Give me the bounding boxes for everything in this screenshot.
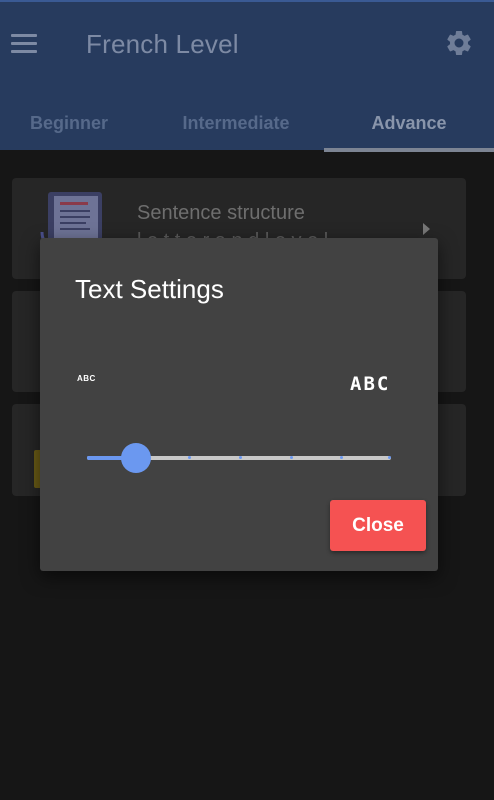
dialog-title: Text Settings [75, 274, 224, 304]
text-settings-dialog: Text Settings ABC ABC Close [40, 238, 438, 571]
page-title: French Level [86, 29, 239, 59]
lesson-title: Sentence structure [137, 202, 305, 224]
tab-advance[interactable]: Advance [324, 94, 494, 152]
slider-step-dot [87, 456, 90, 459]
active-tab-indicator [324, 148, 494, 152]
slider-step-dot [388, 456, 391, 459]
text-size-slider[interactable] [87, 443, 391, 473]
tab-intermediate[interactable]: Intermediate [150, 94, 322, 152]
slider-step-dot [290, 456, 293, 459]
small-text-sample: ABC [77, 374, 96, 383]
slider-step-dot [188, 456, 191, 459]
slider-step-dot [340, 456, 343, 459]
slider-thumb[interactable] [121, 443, 151, 473]
tab-beginner[interactable]: Beginner [0, 94, 138, 152]
app-bar: French Level Beginner Intermediate Advan… [0, 0, 494, 152]
close-button[interactable]: Close [330, 500, 426, 551]
gear-icon[interactable] [444, 28, 474, 58]
chevron-right-icon [423, 223, 430, 235]
slider-step-dot [239, 456, 242, 459]
large-text-sample: ABC [350, 373, 391, 395]
menu-icon[interactable] [11, 34, 37, 54]
level-tabs: Beginner Intermediate Advance [0, 94, 494, 152]
